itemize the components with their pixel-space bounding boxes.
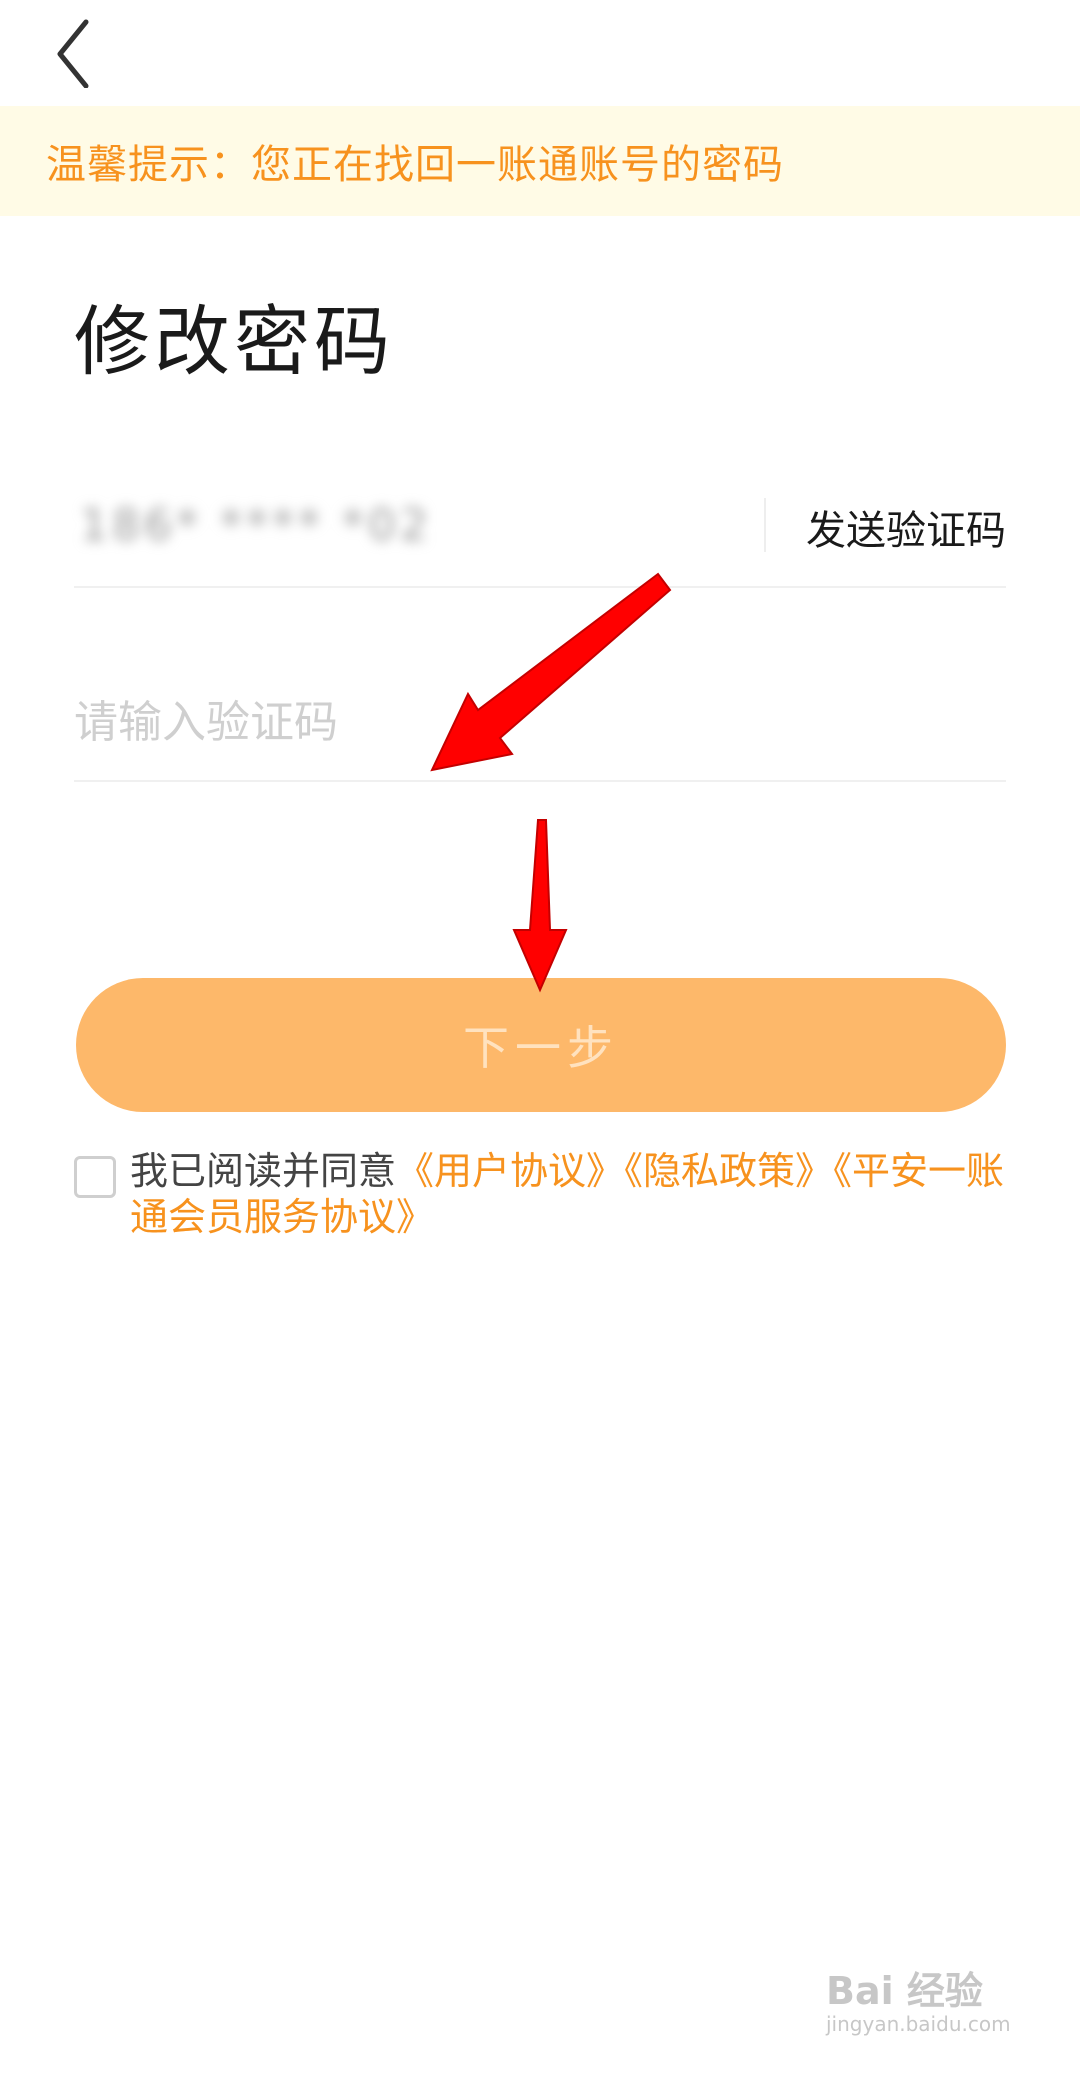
privacy-policy-link[interactable]: 《隐私政策》	[624, 1149, 833, 1193]
phone-number-masked: 186* **** *02	[80, 500, 432, 551]
back-button[interactable]	[44, 8, 108, 88]
verification-code-input[interactable]	[74, 686, 1006, 758]
baidu-jingyan-watermark: Bai 经验 jingyan.baidu.com	[826, 1960, 1026, 2050]
agreement-text: 我已阅读并同意《用户协议》《隐私政策》《平安一账通会员服务协议》	[130, 1148, 1010, 1240]
page-title: 修改密码	[74, 297, 394, 386]
tip-text: 温馨提示：您正在找回一账通账号的密码	[46, 142, 784, 188]
watermark-logo: Bai 经验	[826, 1969, 983, 2013]
send-code-button[interactable]: 发送验证码	[806, 498, 1006, 556]
verification-code-row	[74, 668, 1006, 782]
chevron-left-icon	[57, 19, 89, 88]
user-agreement-link[interactable]: 《用户协议》	[396, 1149, 624, 1193]
agreement-prefix: 我已阅读并同意	[130, 1149, 397, 1193]
watermark-url: jingyan.baidu.com	[826, 2012, 1011, 2036]
phone-row: 186* **** *02 发送验证码	[74, 478, 1006, 588]
agree-checkbox[interactable]	[74, 1156, 116, 1198]
arrow-down-icon	[512, 819, 568, 993]
next-step-button[interactable]: 下一步	[76, 978, 1006, 1112]
divider	[764, 498, 766, 552]
red-arrow-down	[512, 819, 568, 993]
tip-banner: 温馨提示：您正在找回一账通账号的密码	[0, 106, 1080, 216]
next-step-label: 下一步	[463, 1022, 619, 1074]
